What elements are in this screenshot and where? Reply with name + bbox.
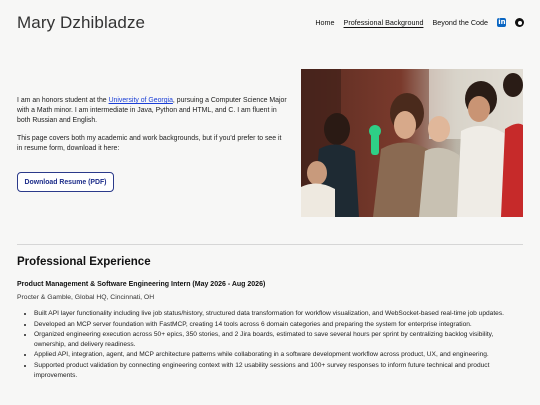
site-header: Mary Dzhibladze Home Professional Backgr… [0, 0, 540, 48]
site-title[interactable]: Mary Dzhibladze [17, 13, 145, 33]
job-bullet: Organized engineering execution across 5… [34, 330, 521, 350]
section-title-experience: Professional Experience [17, 256, 151, 268]
intro-paragraph-1: I am an honors student at the University… [17, 96, 287, 127]
download-resume-button[interactable]: Download Resume (PDF) [17, 172, 114, 192]
nav-professional-background[interactable]: Professional Background [344, 18, 424, 27]
job-title: Product Management & Software Engineerin… [17, 281, 266, 288]
profile-photo [301, 69, 523, 217]
intro-text-start: I am an honors student at the [17, 97, 109, 104]
job-bullets: Built API layer functionality including … [26, 309, 521, 381]
intro-text: I am an honors student at the University… [17, 96, 287, 161]
job-organization: Procter & Gamble, Global HQ, Cincinnati,… [17, 294, 155, 301]
job-bullet: Built API layer functionality including … [34, 309, 521, 319]
intro-paragraph-2: This page covers both my academic and wo… [17, 134, 282, 152]
university-link[interactable]: University of Georgia [109, 97, 173, 104]
github-icon[interactable] [515, 18, 524, 27]
main-nav: Home Professional Background Beyond the … [315, 18, 524, 27]
nav-home[interactable]: Home [315, 18, 334, 27]
job-bullet: Developed an MCP server foundation with … [34, 320, 521, 330]
linkedin-icon[interactable] [497, 18, 506, 27]
job-bullet: Supported product validation by connecti… [34, 361, 521, 381]
job-bullet: Applied API, integration, agent, and MCP… [34, 350, 521, 360]
section-divider [17, 244, 523, 245]
nav-beyond-the-code[interactable]: Beyond the Code [432, 18, 488, 27]
